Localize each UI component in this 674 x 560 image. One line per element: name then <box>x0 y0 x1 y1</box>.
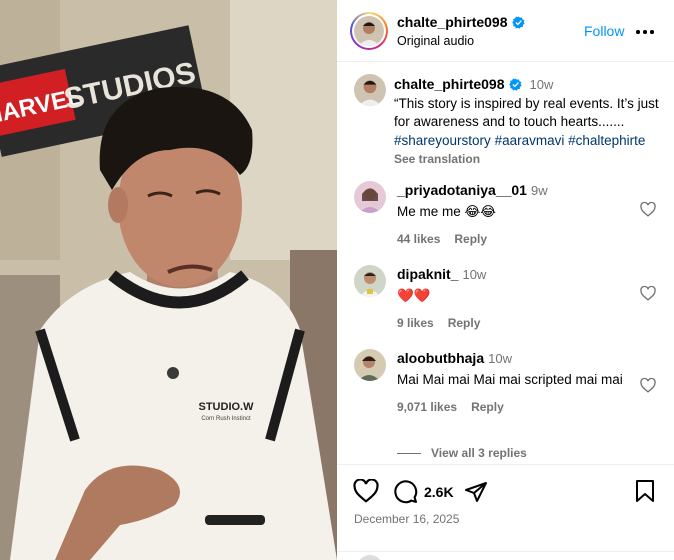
verified-badge-icon <box>511 16 525 29</box>
hashtag-link[interactable]: #shareyourstory <box>394 133 491 148</box>
heart-outline-icon[interactable] <box>639 201 657 218</box>
shirt-print-sub: Corn Rush Instinct <box>201 416 251 422</box>
reply-button[interactable]: Reply <box>471 400 504 414</box>
save-bookmark-icon[interactable] <box>635 480 655 505</box>
comment-text: ❤️❤️ <box>397 288 431 303</box>
commenter-username[interactable]: aloobutbhaja <box>397 350 484 366</box>
comment-likes-count[interactable]: 9 likes <box>397 316 434 330</box>
current-user-avatar <box>357 555 383 560</box>
caption-username[interactable]: chalte_phirte098 <box>394 76 505 92</box>
heart-outline-icon[interactable] <box>639 285 657 302</box>
original-audio-link[interactable]: Original audio <box>397 34 474 48</box>
post-side-panel: chalte_phirte098 Original audio Follow c… <box>337 0 674 560</box>
comment-bubble-icon[interactable] <box>393 479 418 507</box>
comment-text: Mai Mai mai Mai mai scripted mai mai <box>397 372 623 387</box>
like-heart-icon[interactable] <box>353 478 379 506</box>
commenter-avatar[interactable] <box>354 181 386 213</box>
follow-button[interactable]: Follow <box>584 23 624 39</box>
post-actions-bar: 2.6K December 16, 2025 <box>337 464 674 560</box>
video-frame: MARVEL STUDIOS STUDIO.W Corn Rush Instin… <box>0 0 337 560</box>
caption-timestamp: 10w <box>529 77 554 92</box>
author-username[interactable]: chalte_phirte098 <box>397 14 508 30</box>
reel-video[interactable]: MARVEL STUDIOS STUDIO.W Corn Rush Instin… <box>0 0 337 560</box>
commenter-username[interactable]: _priyadotaniya__01 <box>397 182 527 198</box>
hashtag-link[interactable]: #aaravmavi <box>495 133 565 148</box>
comment-timestamp: 10w <box>488 351 512 366</box>
author-avatar <box>354 16 384 46</box>
view-replies-link[interactable]: View all 3 replies <box>397 446 527 460</box>
view-replies-label: View all 3 replies <box>431 446 527 460</box>
comment-count: 2.6K <box>424 484 454 500</box>
more-options-icon[interactable] <box>635 24 655 40</box>
shirt-print: STUDIO.W <box>199 401 255 413</box>
see-translation-link[interactable]: See translation <box>394 150 664 169</box>
verified-badge-icon <box>508 78 522 91</box>
heart-outline-icon[interactable] <box>639 377 657 394</box>
replies-divider <box>397 453 421 455</box>
caption-text: “This story is inspired by real events. … <box>394 95 659 130</box>
comment-text: Me me me 😂😂 <box>397 204 497 219</box>
add-comment-area[interactable] <box>337 551 674 560</box>
share-paper-plane-icon[interactable] <box>464 480 488 507</box>
reply-button[interactable]: Reply <box>448 316 481 330</box>
caption-hashtags: #shareyourstory #aaravmavi #chaltephirte <box>394 132 664 151</box>
caption-author-avatar[interactable] <box>354 74 386 106</box>
commenter-avatar[interactable] <box>354 265 386 297</box>
commenter-username[interactable]: dipaknit_ <box>397 266 458 282</box>
author-avatar-story-ring[interactable] <box>350 12 388 50</box>
hashtag-link[interactable]: #chaltephirte <box>568 133 645 148</box>
comment-timestamp: 10w <box>462 267 487 282</box>
reply-button[interactable]: Reply <box>454 232 487 246</box>
comment-likes-count[interactable]: 44 likes <box>397 232 440 246</box>
post-header: chalte_phirte098 Original audio Follow <box>337 0 674 62</box>
comment-likes-count[interactable]: 9,071 likes <box>397 400 457 414</box>
post-date: December 16, 2025 <box>354 512 460 526</box>
comment-timestamp: 9w <box>530 183 548 198</box>
commenter-avatar[interactable] <box>354 349 386 381</box>
